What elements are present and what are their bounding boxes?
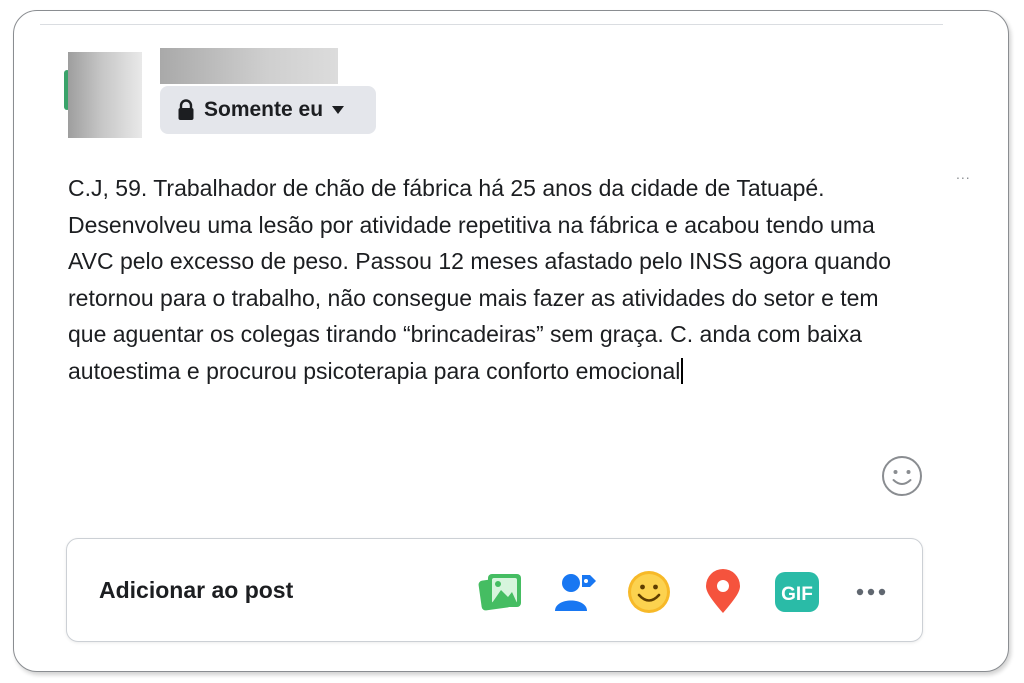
feeling-activity-button[interactable] [625,569,673,615]
divider [40,24,943,25]
gif-label: GIF [781,584,813,605]
avatar [68,52,142,138]
more-options-icon [856,588,886,596]
user-name-redacted [160,48,338,84]
tag-people-button[interactable] [551,569,599,615]
privacy-label: Somente eu [204,98,324,121]
post-text-input[interactable]: C.J, 59. Trabalhador de chão de fábrica … [68,170,898,389]
photo-video-button[interactable] [477,569,525,615]
text-cursor [681,357,684,384]
feeling-icon [628,571,670,613]
add-to-post-label: Adicionar ao post [99,577,294,603]
privacy-selector-button[interactable]: Somente eu [160,86,376,134]
more-options-button[interactable] [847,569,895,615]
photo-video-icon [478,574,521,611]
add-to-post-panel: Adicionar ao post GIF [66,538,923,642]
gif-button[interactable]: GIF [773,569,821,615]
more-dots: ... [956,166,971,182]
gif-icon: GIF [775,572,819,612]
check-in-icon [706,569,740,613]
check-in-button[interactable] [699,569,747,615]
tag-people-icon [555,574,596,611]
post-text: C.J, 59. Trabalhador de chão de fábrica … [68,175,891,384]
lock-icon [178,99,194,120]
emoji-picker-icon[interactable] [880,454,924,498]
caret-down-icon [332,106,345,114]
